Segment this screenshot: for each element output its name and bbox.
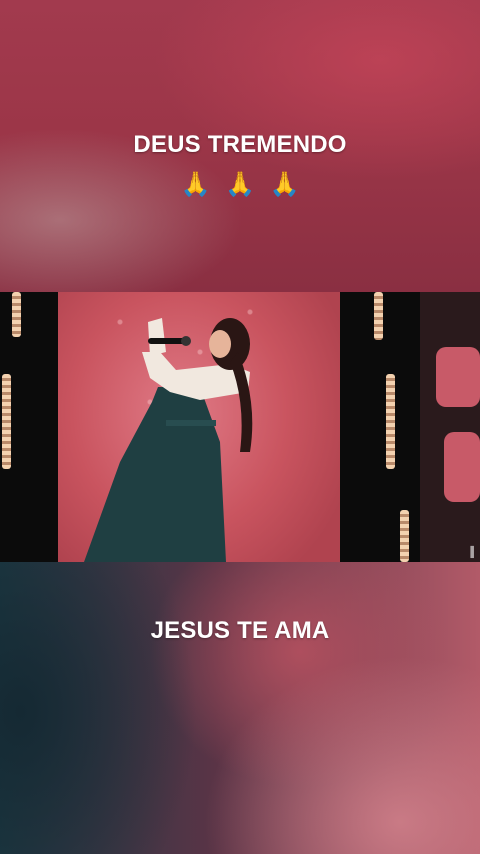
singer-dress	[84, 387, 226, 562]
stage-pillar-left	[0, 292, 58, 562]
praying-hands-icon: 🙏	[225, 171, 255, 198]
stage-window	[444, 432, 480, 502]
caption-top: DEUS TREMENDO	[133, 131, 347, 158]
stage-light-strip	[2, 374, 11, 469]
praying-hands-icon: 🙏	[269, 171, 300, 198]
stage-screen-right	[420, 292, 480, 562]
stage-light-strip	[12, 292, 21, 337]
caption-bottom: JESUS TE AMA	[150, 617, 330, 644]
microphone-head	[181, 336, 191, 346]
praying-hands-icon: 🙏	[180, 171, 211, 198]
stage-light-strip	[400, 510, 409, 562]
stage-window	[436, 347, 480, 407]
video-player[interactable]: ▐	[0, 292, 480, 562]
singer-raised-arm	[148, 318, 166, 356]
dress-belt	[166, 420, 216, 426]
watermark-logo: ▐	[466, 547, 474, 558]
singer-figure	[84, 318, 253, 562]
blurred-background-bottom	[0, 562, 480, 854]
emoji-row: 🙏 🙏 🙏	[0, 170, 480, 200]
stage-light-strip	[386, 374, 395, 469]
stage-pillar-right	[340, 292, 420, 562]
stage-light-strip	[374, 292, 383, 340]
singer-hair-long	[230, 352, 253, 452]
singer-face	[209, 330, 231, 358]
